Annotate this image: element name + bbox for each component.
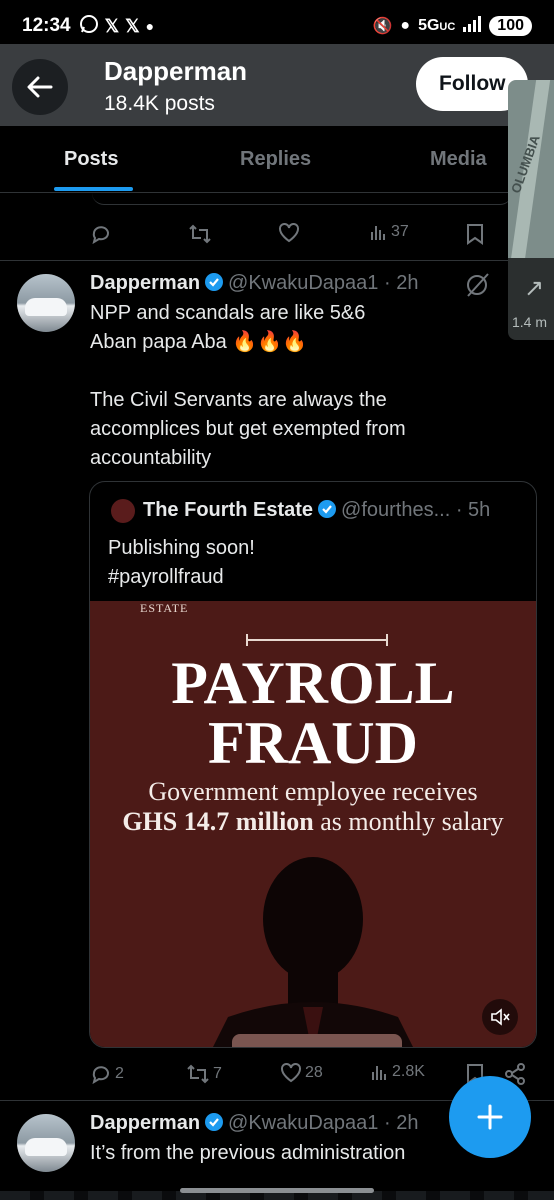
post-text-line2: Aban papa Aba 🔥🔥🔥 <box>90 331 308 353</box>
quoted-text: Publishing soon! #payrollfraud <box>108 537 255 588</box>
author-name[interactable]: Dapperman <box>90 272 200 294</box>
views-count: 37 <box>391 223 409 240</box>
mute-button[interactable] <box>482 999 518 1035</box>
reply-button[interactable]: 2 <box>90 1063 124 1085</box>
dot-icon: ● <box>145 18 155 34</box>
views-button[interactable]: 37 <box>370 223 409 241</box>
author-handle[interactable]: @KwakuDapaa1 <box>228 272 378 294</box>
post-text: It’s from the previous administration <box>90 1142 406 1164</box>
speaker-muted-icon <box>491 1008 510 1026</box>
navigation-distance: 1.4 m <box>512 314 548 330</box>
media-subline-2: GHS 14.7 million as monthly salary <box>122 807 504 836</box>
verified-badge-icon <box>205 273 224 291</box>
media-subline-1: Government employee receives <box>148 777 478 806</box>
repost-count: 7 <box>213 1065 222 1082</box>
mute-status-icon: 🔇 <box>372 18 393 35</box>
media-headline-2: FRAUD <box>208 710 418 776</box>
status-time: 12:34 <box>22 15 71 36</box>
verified-badge-icon <box>318 500 337 518</box>
like-button[interactable]: 28 <box>280 1063 323 1083</box>
post-text-line1: NPP and scandals are like 5&6 <box>90 302 366 324</box>
post-text-paragraph: The Civil Servants are always the accomp… <box>90 389 406 469</box>
media-rule <box>246 634 388 646</box>
media-headline-1: PAYROLL <box>171 650 455 716</box>
views-button[interactable]: 2.8K <box>371 1063 425 1081</box>
divider <box>0 260 554 261</box>
repost-icon <box>189 224 211 244</box>
avatar[interactable] <box>17 274 75 332</box>
whatsapp-icon <box>79 14 99 39</box>
reply-icon <box>92 1066 109 1085</box>
turn-arrow-icon: ↗ <box>524 275 545 302</box>
quoted-author: The Fourth Estate @fourthes... · 5h <box>143 499 491 521</box>
x-icon: 𝕏 <box>104 15 120 36</box>
post-author: Dapperman @KwakuDapaa1 · 2h <box>90 1112 419 1134</box>
tab-replies[interactable]: Replies <box>240 148 311 171</box>
tab-media[interactable]: Media <box>430 148 487 171</box>
battery-indicator: 100 <box>489 16 532 36</box>
network-label: 5GUC <box>418 17 456 34</box>
grok-icon[interactable] <box>464 272 490 303</box>
repost-icon <box>187 1064 209 1084</box>
quoted-post[interactable]: The Fourth Estate @fourthes... · 5h Publi… <box>89 481 537 1048</box>
media-estate-label: ESTATE <box>140 601 189 615</box>
plus-icon <box>477 1104 503 1130</box>
x-icon: 𝕏 <box>125 15 140 36</box>
bookmark-icon <box>467 224 483 245</box>
verified-badge-icon <box>205 1113 224 1131</box>
like-button[interactable] <box>278 223 300 243</box>
reply-count: 2 <box>115 1065 124 1082</box>
signal-icon <box>463 15 482 37</box>
back-button[interactable] <box>12 59 68 115</box>
caption-pill <box>232 1034 402 1047</box>
quoted-media-image[interactable]: ESTATE PAYROLL FRAUD Government employee… <box>90 601 536 1047</box>
home-indicator[interactable] <box>180 1188 374 1193</box>
person-silhouette-icon <box>213 857 413 1047</box>
post-count: 18.4K posts <box>104 92 215 115</box>
avatar[interactable] <box>17 1114 75 1172</box>
post-time: 2h <box>396 1112 419 1134</box>
prev-post-card-edge <box>92 193 512 205</box>
navigation-panel[interactable]: ↗ 1.4 m <box>508 258 554 340</box>
views-icon <box>371 226 385 240</box>
compose-button[interactable] <box>449 1076 531 1158</box>
post-author: Dapperman @KwakuDapaa1 · 2h <box>90 272 419 294</box>
location-icon: ● <box>400 17 411 34</box>
profile-tabs: Posts Replies Media <box>0 126 554 193</box>
repost-button[interactable]: 7 <box>186 1063 222 1085</box>
heart-icon <box>281 1063 301 1083</box>
reply-button[interactable] <box>90 223 112 245</box>
arrow-left-icon <box>27 76 53 98</box>
bookmark-button[interactable] <box>466 223 484 245</box>
quoted-time: 5h <box>468 499 491 521</box>
like-count: 28 <box>305 1064 323 1081</box>
heart-icon <box>279 223 299 243</box>
fourth-estate-logo <box>111 499 135 523</box>
views-count: 2.8K <box>392 1063 425 1080</box>
page-title: Dapperman <box>104 56 248 86</box>
author-handle[interactable]: @KwakuDapaa1 <box>228 1112 378 1134</box>
quoted-author-name: The Fourth Estate <box>143 499 314 521</box>
post-time: 2h <box>396 272 419 294</box>
tab-posts[interactable]: Posts <box>64 148 118 171</box>
reply-icon <box>92 226 109 245</box>
quoted-author-handle: @fourthes... <box>341 499 451 521</box>
views-icon <box>372 1066 386 1080</box>
active-tab-indicator <box>54 187 133 191</box>
author-name[interactable]: Dapperman <box>90 1112 200 1134</box>
repost-button[interactable] <box>188 223 212 245</box>
